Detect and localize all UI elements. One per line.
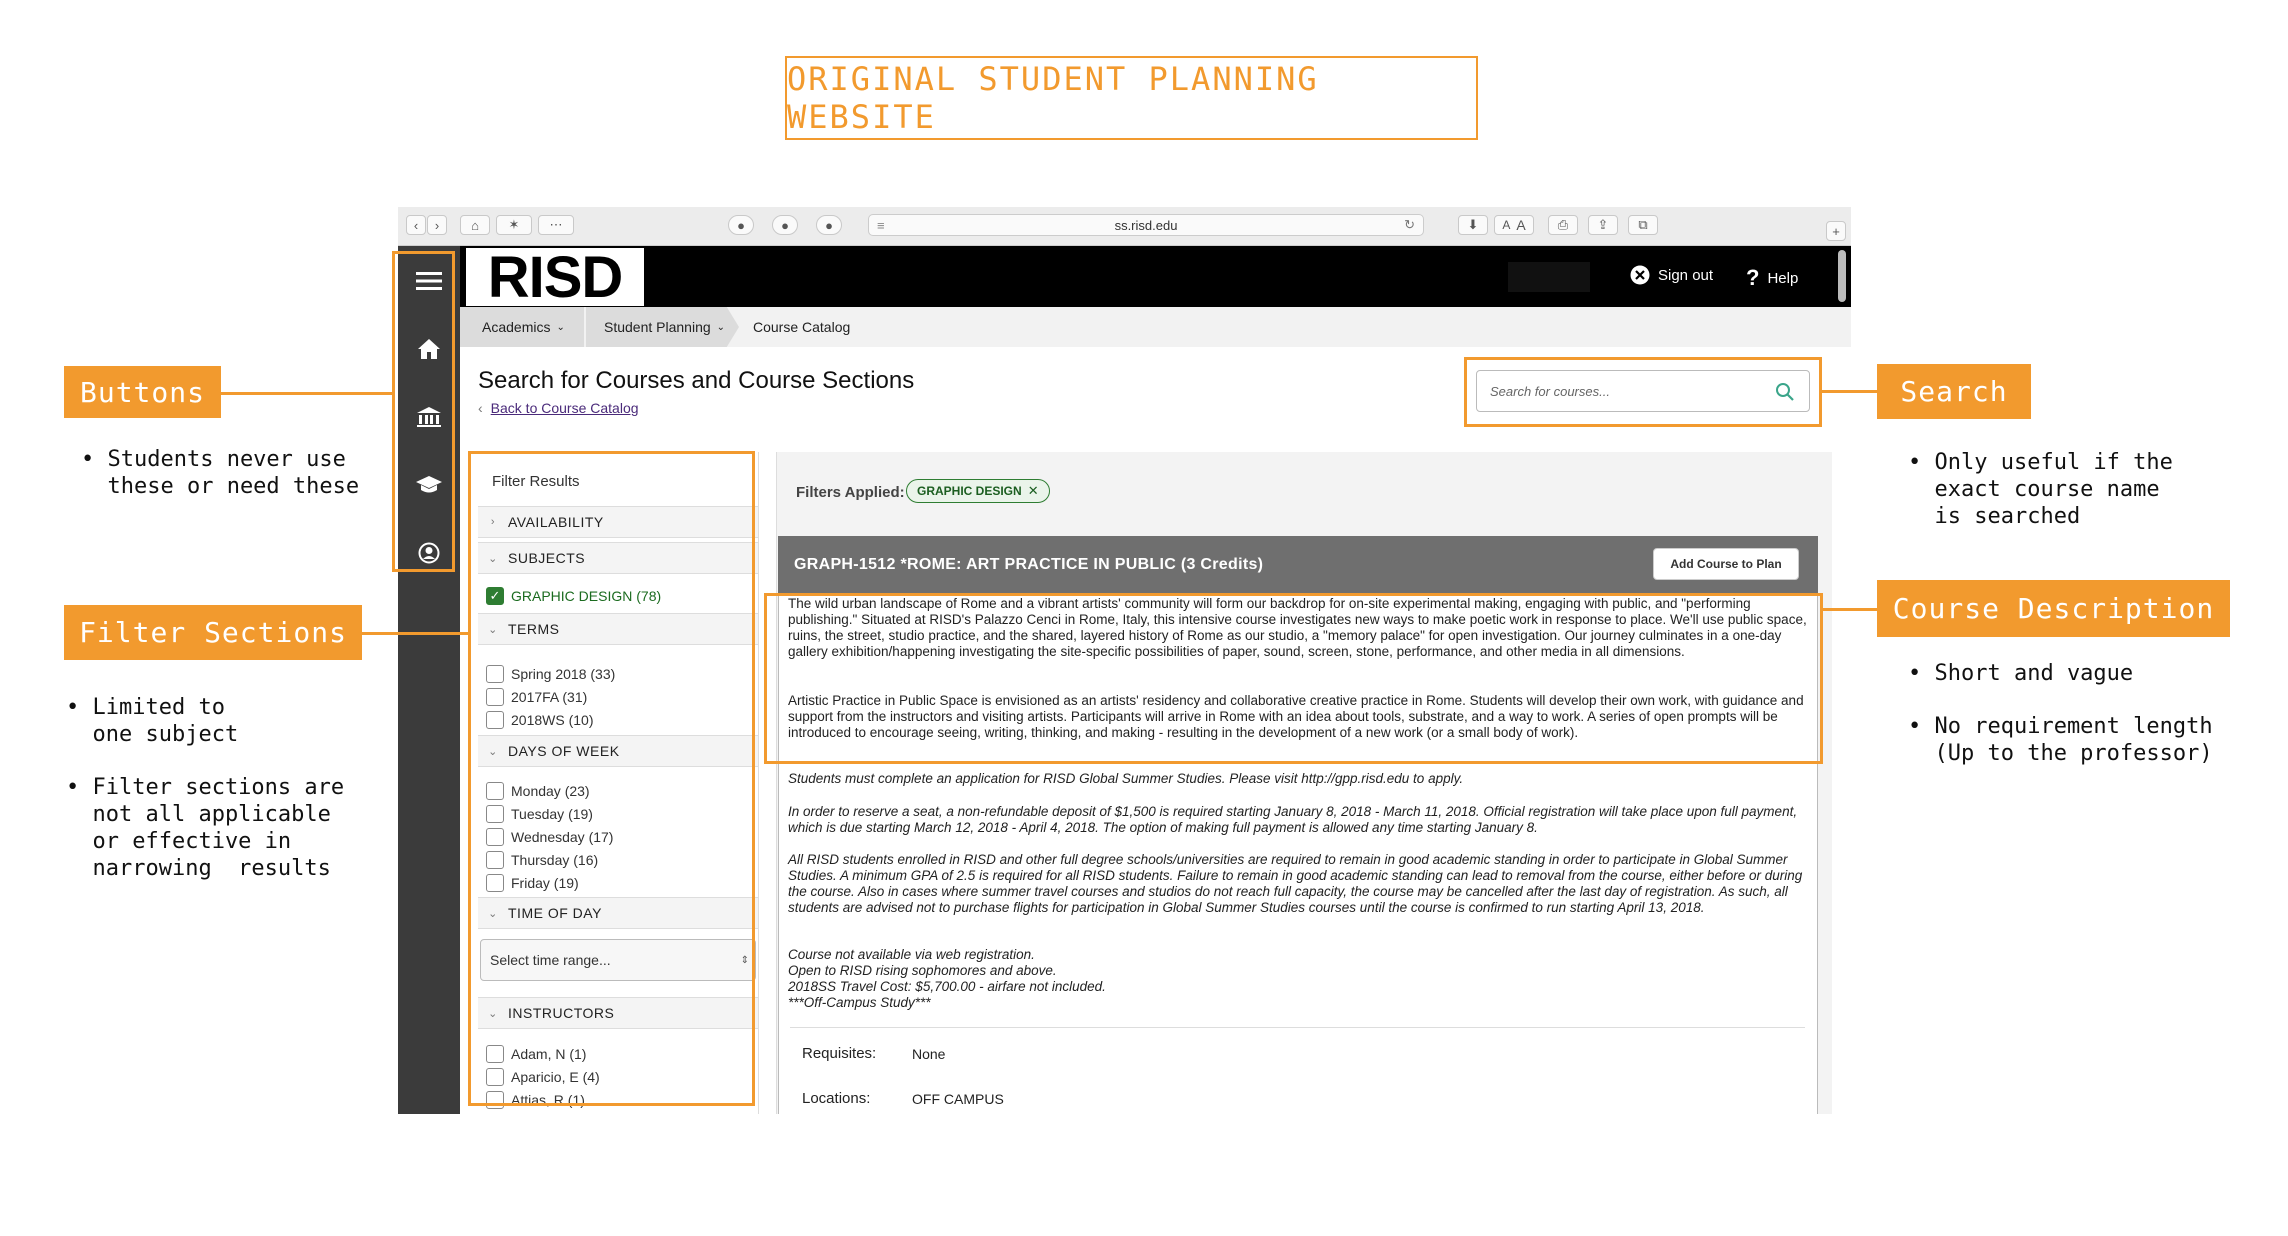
breadcrumb-student-planning[interactable]: Student Planning ⌄ [586,307,739,347]
course-note-travel-cost: 2018SS Travel Cost: $5,700.00 - airfare … [788,979,1106,994]
note: • Short and vague [1908,661,2134,686]
breadcrumb-label: Academics [482,319,551,335]
course-note-application: Students must complete an application fo… [788,771,1464,786]
help-link[interactable]: ? Help [1746,265,1798,291]
filters-applied-label: Filters Applied: [796,484,905,501]
search-highlight [1464,357,1822,427]
text-larger-button[interactable]: A [1516,217,1525,233]
url-text: ss.risd.edu [1114,217,1178,233]
close-icon[interactable]: ✕ [1028,483,1039,499]
reader-icon: ≡ [877,217,885,233]
course-note-registration: Course not available via web registratio… [788,947,1035,962]
url-bar[interactable]: ≡ ss.risd.edu ↻ [868,214,1424,236]
breadcrumb-academics[interactable]: Academics ⌄ [460,307,584,347]
buttons-tag: Buttons [64,366,221,418]
home-icon[interactable]: ⌂ [460,215,490,235]
sign-out-link[interactable]: Sign out [1630,265,1713,285]
page-scrollbar[interactable] [1838,250,1846,302]
extension-icon-2[interactable]: ● [816,215,842,235]
course-note-deposit: In order to reserve a seat, a non-refund… [788,804,1798,835]
page-heading: ORIGINAL STUDENT PLANNING WEBSITE [785,56,1478,140]
share-icon[interactable]: ⇪ [1588,215,1618,235]
forward-icon[interactable]: › [427,215,447,235]
filter-notes: • Limited to one subject • Filter sectio… [66,694,344,908]
course-description-tag: Course Description [1877,580,2230,637]
add-course-button[interactable]: Add Course to Plan [1653,548,1799,580]
chevron-down-icon: ⌄ [716,321,726,333]
description-connector [1823,608,1878,611]
course-note-open-to: Open to RISD rising sophomores and above… [788,963,1057,978]
bookmark-icon[interactable]: ✶ [496,215,532,235]
note: • Filter sections are not all applicable… [66,775,345,881]
filter-connector [362,632,468,635]
risd-logo[interactable]: RISD [466,245,644,310]
course-description-highlight [764,593,1823,764]
question-icon: ? [1746,265,1760,290]
extension-icon[interactable]: ● [772,215,798,235]
filter-chip[interactable]: GRAPHIC DESIGN ✕ [906,479,1050,503]
back-icon[interactable]: ‹ [406,215,426,235]
buttons-notes: • Students never use these or need these [81,446,359,526]
tabs-icon[interactable]: ⧉ [1628,215,1658,235]
breadcrumb-label: Student Planning [604,319,711,335]
description-notes: • Short and vague • No requirement lengt… [1908,660,2213,793]
chevron-down-icon: ⌄ [556,321,565,333]
note: • Limited to one subject [66,695,239,747]
search-notes: • Only useful if the exact course name i… [1908,449,2173,556]
course-note-standing: All RISD students enrolled in RISD and o… [788,852,1803,915]
header-redacted-block [1508,262,1590,292]
browser-toolbar: ‹ › ⌂ ✶ ⋯ ● ● ● ≡ ss.risd.edu ↻ ⬇ A A ⎙ … [398,207,1851,246]
text-smaller-button[interactable]: A [1502,218,1510,232]
locations-value: OFF CAMPUS [912,1091,1004,1107]
filter-sections-tag: Filter Sections [64,605,362,660]
chip-label: GRAPHIC DESIGN [917,484,1022,498]
requisites-label: Requisites: [802,1045,877,1062]
note: • Students never use these or need these [81,447,360,499]
page-title: Search for Courses and Course Sections [478,367,915,394]
new-tab-icon[interactable]: + [1826,221,1846,241]
search-tag: Search [1877,364,2031,419]
breadcrumb-course-catalog: Course Catalog [753,307,850,347]
course-note-off-campus: ***Off-Campus Study*** [788,995,931,1010]
text-size-controls[interactable]: A A [1494,215,1534,235]
print-icon[interactable]: ⎙ [1548,215,1578,235]
close-circle-icon [1630,265,1650,285]
help-label: Help [1767,269,1799,287]
search-connector [1822,390,1877,393]
requisites-value: None [912,1046,946,1062]
chevron-left-icon: ‹ [478,400,483,416]
back-to-catalog-link[interactable]: ‹ Back to Course Catalog [478,400,639,416]
sign-out-label: Sign out [1658,266,1714,284]
filter-sections-highlight [468,451,755,1106]
buttons-highlight [392,251,455,572]
note: • Only useful if the exact course name i… [1908,450,2173,529]
breadcrumb-label: Course Catalog [753,319,851,335]
back-link-label: Back to Course Catalog [490,400,639,416]
divider [790,1027,1805,1028]
download-icon[interactable]: ⬇ [1458,215,1488,235]
pinterest-icon[interactable]: ● [728,215,754,235]
locations-label: Locations: [802,1090,871,1107]
buttons-connector [221,392,392,395]
reload-icon[interactable]: ↻ [1404,217,1415,233]
note: • No requirement length (Up to the profe… [1908,714,2213,766]
apps-grid-icon[interactable]: ⋯ [538,215,574,235]
